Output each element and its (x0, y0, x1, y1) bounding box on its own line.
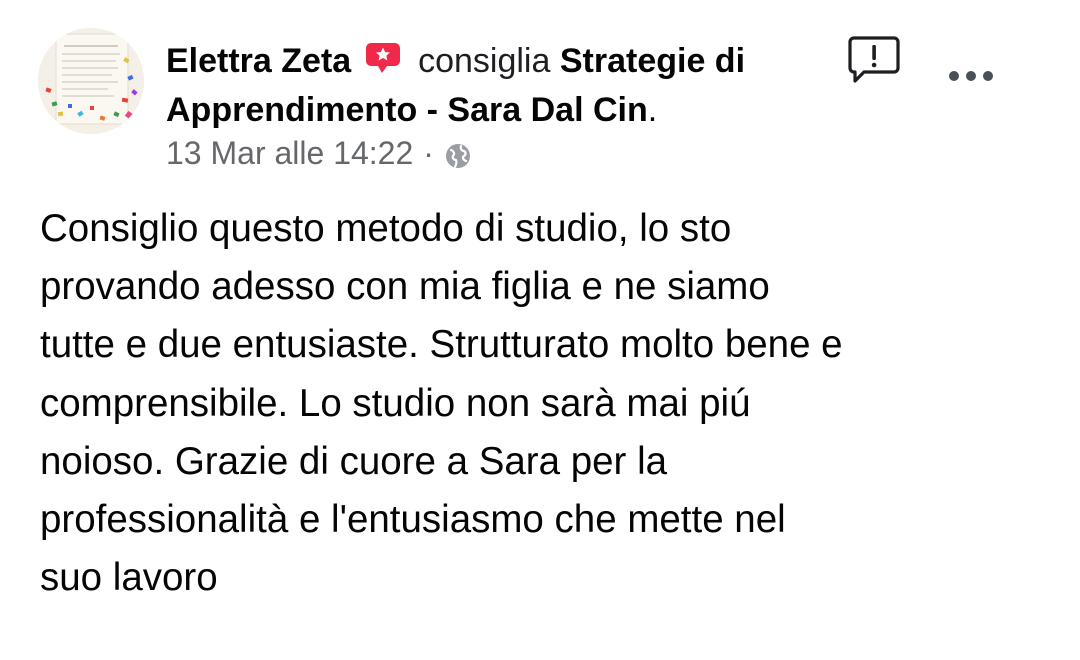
avatar-image (38, 28, 144, 134)
meta-separator: · (423, 135, 434, 171)
report-icon[interactable] (846, 34, 902, 86)
action-verb: consiglia (418, 42, 551, 80)
recommendation-post: Elettra Zeta consiglia Strategie di Appr… (0, 0, 1080, 660)
avatar[interactable] (38, 28, 144, 134)
post-header: Elettra Zeta consiglia Strategie di Appr… (166, 38, 826, 133)
recommendation-star-icon (365, 41, 401, 87)
more-options-icon[interactable] (946, 66, 996, 86)
post-meta: 13 Mar alle 14:22 · (166, 133, 472, 173)
globe-icon (444, 139, 472, 169)
page-name-period: . (647, 91, 658, 129)
post-body-text: Consiglio questo metodo di studio, lo st… (40, 207, 843, 600)
author-name[interactable]: Elettra Zeta (166, 42, 351, 80)
post-timestamp[interactable]: 13 Mar alle 14:22 (166, 133, 413, 173)
